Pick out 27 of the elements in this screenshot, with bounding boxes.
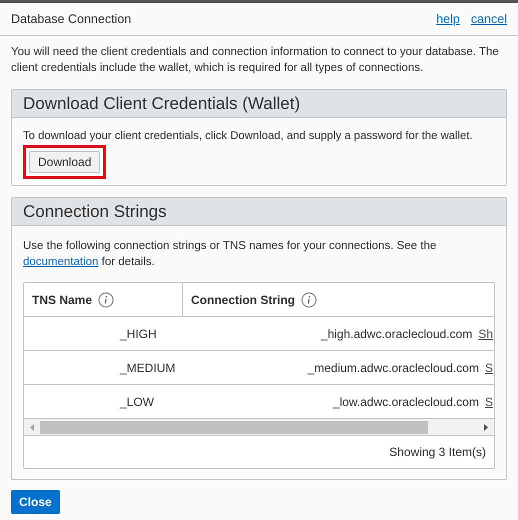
header-link[interactable]: help bbox=[436, 10, 460, 28]
scrollbar-thumb[interactable] bbox=[40, 420, 428, 434]
download-button[interactable]: Download bbox=[29, 151, 100, 173]
panel-title: Download Client Credentials (Wallet) bbox=[23, 92, 300, 115]
documentation-link[interactable]: documentation bbox=[23, 256, 98, 268]
info-icon[interactable] bbox=[98, 292, 114, 308]
column-title: TNS Name bbox=[32, 292, 92, 308]
row-link[interactable]: Sh bbox=[478, 324, 494, 342]
table-cell-text: _low.adwc.oraclecloud.com bbox=[332, 394, 480, 410]
intro-text: You will need the client credentials and connection information to connect to your database. The client credentials include the wallet, which is required for all types of connections. bbox=[10, 45, 500, 76]
table-cell-text: _HIGH bbox=[118, 326, 158, 342]
dialog-title: Database Connection bbox=[11, 10, 132, 28]
row-link[interactable]: S bbox=[484, 358, 494, 376]
panel-title: Connection Strings bbox=[23, 200, 167, 223]
table-cell-text: _high.adwc.oraclecloud.com bbox=[320, 326, 474, 342]
row-link[interactable]: S bbox=[484, 392, 494, 410]
column-title: Connection String bbox=[191, 292, 295, 308]
table-cell-text: _LOW bbox=[118, 394, 156, 410]
close-button[interactable]: Close bbox=[11, 490, 60, 514]
table-cell-text: _medium.adwc.oraclecloud.com bbox=[306, 360, 480, 376]
item-count: Showing 3 Item(s) bbox=[389, 444, 486, 461]
wallet-text: To download your client credentials, click Download, and supply a password for the wallet. bbox=[23, 129, 474, 144]
table-cell-text: _MEDIUM bbox=[118, 360, 176, 376]
horizontal-scrollbar[interactable] bbox=[24, 419, 494, 436]
header-link[interactable]: cancel bbox=[470, 10, 507, 28]
connection-text: Use the following connection strings or TNS names for your connections. See the documentation for details. bbox=[23, 239, 438, 270]
info-icon[interactable] bbox=[301, 292, 317, 308]
